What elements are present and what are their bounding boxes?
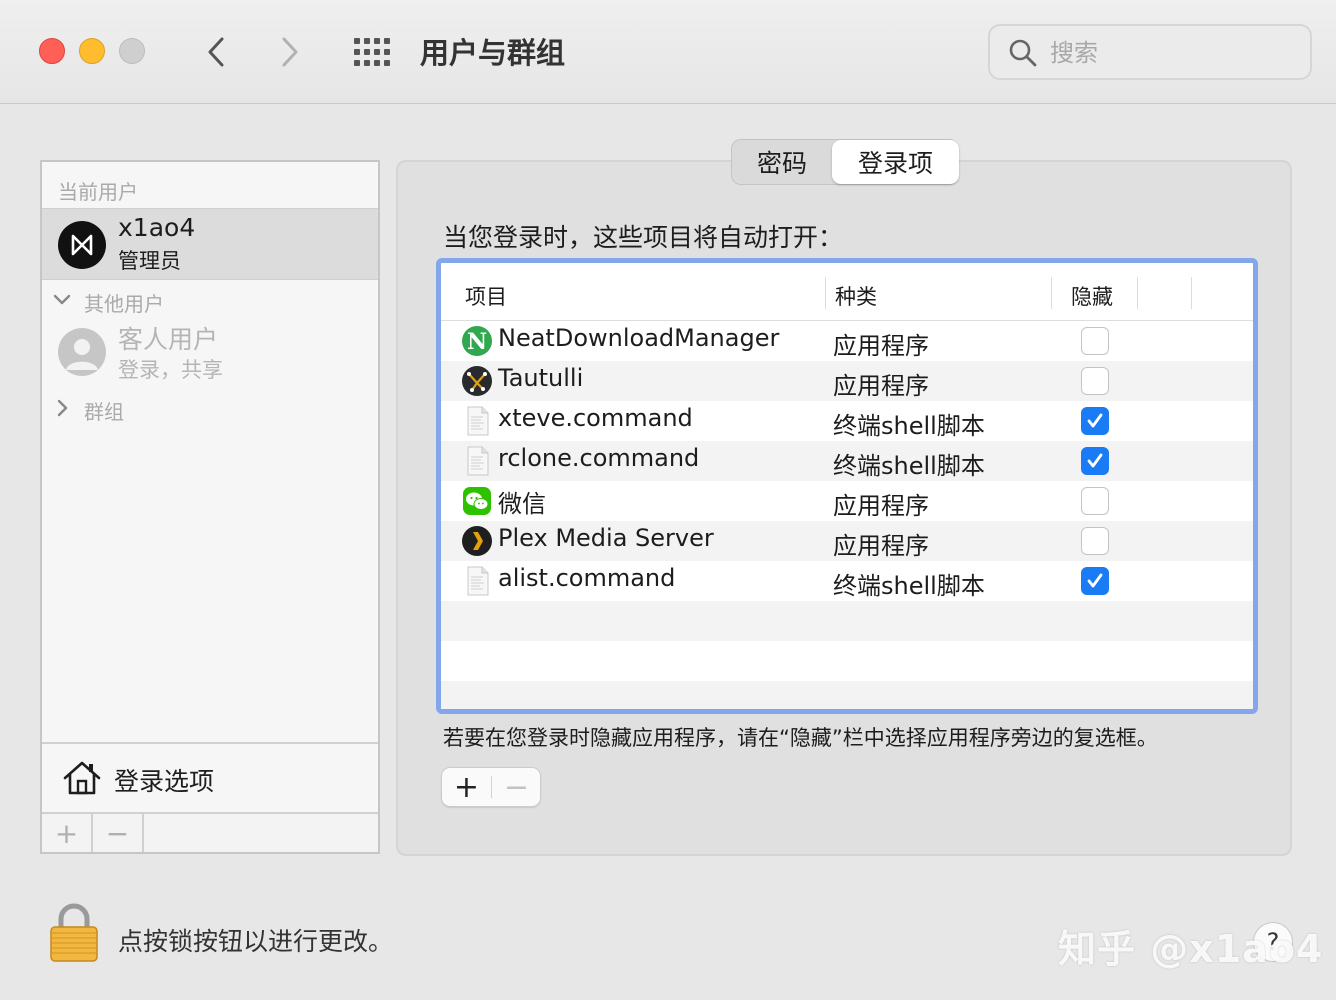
item-name: Plex Media Server — [498, 524, 714, 552]
table-row[interactable]: N NeatDownloadManager 应用程序 — [441, 321, 1253, 361]
title-bar: 用户与群组 — [0, 0, 1336, 104]
wechat-icon — [463, 487, 491, 515]
column-header-hide[interactable]: 隐藏 — [1071, 281, 1113, 311]
table-row[interactable]: Tautulli 应用程序 — [441, 361, 1253, 401]
sidebar-item-current-user[interactable]: x1ao4 管理员 — [42, 208, 378, 280]
hide-checkbox[interactable] — [1081, 487, 1109, 515]
empty-row — [441, 681, 1253, 709]
other-users-heading: 其他用户 — [84, 292, 164, 316]
home-icon — [63, 761, 101, 795]
users-sidebar: 当前用户 x1ao4 管理员 其他用户 客人用户 登录，共享 群组 登录选项 +… — [40, 160, 380, 854]
grid-icon — [354, 38, 390, 66]
table-row[interactable]: alist.command 终端shell脚本 — [441, 561, 1253, 601]
item-kind: 应用程序 — [833, 332, 929, 360]
hide-checkbox[interactable] — [1081, 567, 1109, 595]
item-name: alist.command — [498, 564, 676, 592]
checkmark-icon — [1087, 413, 1103, 428]
item-name: 微信 — [498, 490, 546, 518]
show-all-button[interactable] — [350, 34, 394, 70]
hide-checkbox[interactable] — [1081, 407, 1109, 435]
login-items-table[interactable]: 项目 种类 隐藏 N NeatDownloadManager 应用程序 Taut… — [436, 258, 1258, 714]
hide-checkbox[interactable] — [1081, 327, 1109, 355]
add-remove-control: + − — [441, 767, 541, 807]
chevron-right-icon — [282, 37, 298, 67]
hide-checkbox[interactable] — [1081, 367, 1109, 395]
svg-text:N: N — [467, 329, 487, 355]
item-kind: 终端shell脚本 — [833, 572, 985, 600]
lock-icon[interactable] — [48, 902, 100, 964]
script-document-icon — [467, 566, 489, 596]
script-document-icon — [467, 406, 489, 436]
login-options-label: 登录选项 — [114, 767, 215, 796]
back-button[interactable] — [196, 30, 236, 74]
avatar — [58, 221, 106, 269]
item-name: Tautulli — [498, 364, 584, 392]
column-divider — [1137, 277, 1138, 309]
groups-heading[interactable]: 群组 — [84, 396, 124, 425]
zoom-window-button[interactable] — [119, 38, 145, 64]
table-row[interactable]: xteve.command 终端shell脚本 — [441, 401, 1253, 441]
column-header-kind[interactable]: 种类 — [835, 281, 877, 311]
hide-checkbox[interactable] — [1081, 527, 1109, 555]
forward-button[interactable] — [270, 30, 310, 74]
chevron-right-icon[interactable] — [52, 398, 72, 418]
item-name: rclone.command — [498, 444, 700, 472]
remove-login-item-button[interactable]: − — [492, 768, 541, 806]
column-divider — [1191, 277, 1192, 309]
search-icon — [1009, 39, 1037, 67]
guest-avatar — [58, 328, 106, 376]
item-name: xteve.command — [498, 404, 693, 432]
item-kind: 应用程序 — [833, 532, 929, 560]
current-user-name: x1ao4 — [118, 213, 196, 242]
item-kind: 终端shell脚本 — [833, 412, 985, 440]
empty-row — [441, 641, 1253, 681]
checkmark-icon — [1087, 573, 1103, 588]
lock-status-text: 点按锁按钮以进行更改。 — [118, 927, 394, 956]
item-kind: 终端shell脚本 — [833, 452, 985, 480]
column-divider — [825, 277, 826, 309]
search-input[interactable] — [1050, 36, 1290, 70]
item-kind: 应用程序 — [833, 372, 929, 400]
table-row[interactable]: rclone.command 终端shell脚本 — [441, 441, 1253, 481]
remove-user-button[interactable]: − — [93, 814, 144, 852]
item-name: NeatDownloadManager — [498, 324, 780, 352]
watermark: 知乎 @x1ao4 — [1058, 927, 1324, 971]
column-divider — [1051, 277, 1052, 309]
tautulli-icon — [462, 366, 492, 396]
item-kind: 应用程序 — [833, 492, 929, 520]
chevron-down-icon[interactable] — [52, 290, 72, 310]
window-title: 用户与群组 — [420, 36, 566, 70]
sidebar-toolbar: + − — [42, 812, 378, 852]
login-items-intro: 当您登录时，这些项目将自动打开： — [443, 223, 844, 252]
table-header: 项目 种类 隐藏 — [441, 263, 1253, 321]
current-users-heading: 当前用户 — [58, 180, 138, 204]
hide-checkbox[interactable] — [1081, 447, 1109, 475]
chevron-left-icon — [208, 37, 224, 67]
tab-bar: 密码 登录项 — [731, 139, 959, 185]
minimize-window-button[interactable] — [79, 38, 105, 64]
column-header-item[interactable]: 项目 — [465, 281, 507, 311]
add-user-button[interactable]: + — [42, 814, 93, 852]
tab-password[interactable]: 密码 — [732, 140, 832, 184]
person-icon — [66, 339, 98, 370]
guest-user-name: 客人用户 — [118, 325, 219, 354]
login-options-button[interactable]: 登录选项 — [42, 742, 378, 812]
search-field[interactable] — [988, 24, 1312, 80]
close-window-button[interactable] — [39, 38, 65, 64]
checkmark-icon — [1087, 453, 1103, 468]
table-row[interactable]: 微信 应用程序 — [441, 481, 1253, 521]
hide-hint-text: 若要在您登录时隐藏应用程序，请在“隐藏”栏中选择应用程序旁边的复选框。 — [443, 726, 1158, 750]
table-row[interactable]: Plex Media Server 应用程序 — [441, 521, 1253, 561]
empty-row — [441, 601, 1253, 641]
tab-login-items[interactable]: 登录项 — [832, 140, 959, 184]
plex-icon — [462, 526, 492, 556]
guest-user-subtitle: 登录，共享 — [118, 358, 223, 382]
current-user-role: 管理员 — [118, 249, 181, 273]
script-document-icon — [467, 446, 489, 476]
user-logo-icon — [71, 234, 93, 256]
add-login-item-button[interactable]: + — [442, 768, 491, 806]
neat-download-manager-icon: N — [462, 326, 492, 356]
